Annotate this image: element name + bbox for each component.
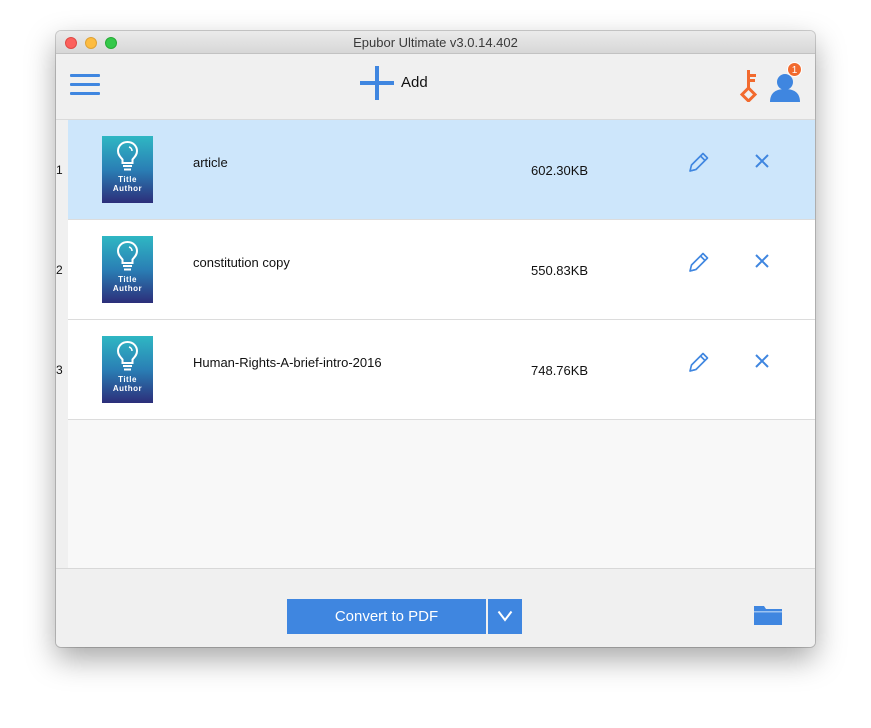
book-cover-thumbnail: Title Author xyxy=(102,236,153,303)
register-key-button[interactable] xyxy=(738,68,760,104)
cover-title-text: Title xyxy=(118,275,137,284)
cover-author-text: Author xyxy=(112,284,143,293)
pencil-icon xyxy=(689,352,709,372)
file-size: 550.83KB xyxy=(531,263,589,278)
add-button-label: Add xyxy=(401,74,428,91)
folder-icon xyxy=(754,606,782,625)
lightbulb-icon xyxy=(116,240,139,271)
file-row[interactable]: 1 Title Author article 602.30KB xyxy=(56,120,815,220)
convert-button[interactable]: Convert to PDF xyxy=(287,599,486,634)
file-name: constitution copy xyxy=(193,255,290,270)
plus-icon xyxy=(360,66,394,100)
lightbulb-icon xyxy=(116,340,139,371)
remove-file-button[interactable] xyxy=(753,152,771,170)
convert-button-group: Convert to PDF xyxy=(287,599,522,634)
remove-file-button[interactable] xyxy=(753,252,771,270)
file-list: 1 Title Author article 602.30KB 2 Title … xyxy=(56,120,815,568)
bottom-bar: Convert to PDF xyxy=(56,568,815,647)
remove-file-button[interactable] xyxy=(753,352,771,370)
edit-metadata-button[interactable] xyxy=(687,250,711,274)
notification-badge[interactable]: 1 xyxy=(787,62,802,77)
edit-metadata-button[interactable] xyxy=(687,150,711,174)
hamburger-menu-icon xyxy=(70,74,100,95)
cover-author-text: Author xyxy=(112,184,143,193)
file-row[interactable]: 2 Title Author constitution copy 550.83K… xyxy=(56,220,815,320)
file-name: article xyxy=(193,155,228,170)
cover-author-text: Author xyxy=(112,384,143,393)
close-icon xyxy=(755,354,769,368)
file-list-body: 1 Title Author article 602.30KB 2 Title … xyxy=(56,120,815,568)
add-button[interactable]: Add xyxy=(359,65,459,101)
cover-title-text: Title xyxy=(118,175,137,184)
close-icon xyxy=(755,154,769,168)
pencil-icon xyxy=(689,152,709,172)
window-title: Epubor Ultimate v3.0.14.402 xyxy=(353,35,518,50)
lightbulb-icon xyxy=(116,140,139,171)
close-icon xyxy=(755,254,769,268)
menu-button[interactable] xyxy=(69,70,101,98)
app-window: Epubor Ultimate v3.0.14.402 Add 1 1 Titl… xyxy=(56,31,815,647)
cover-title-text: Title xyxy=(118,375,137,384)
file-size: 602.30KB xyxy=(531,163,589,178)
user-account-button[interactable]: 1 xyxy=(768,62,804,102)
file-size: 748.76KB xyxy=(531,363,589,378)
file-row[interactable]: 3 Title Author Human-Rights-A-brief-intr… xyxy=(56,320,815,420)
key-icon xyxy=(739,70,758,104)
title-bar: Epubor Ultimate v3.0.14.402 xyxy=(56,31,815,54)
open-output-folder-button[interactable] xyxy=(753,603,783,627)
row-number: 2 xyxy=(56,263,63,277)
edit-metadata-button[interactable] xyxy=(687,350,711,374)
chevron-down-icon xyxy=(497,610,513,622)
row-number: 3 xyxy=(56,363,63,377)
file-name: Human-Rights-A-brief-intro-2016 xyxy=(193,355,382,370)
format-dropdown-button[interactable] xyxy=(488,599,522,634)
book-cover-thumbnail: Title Author xyxy=(102,336,153,403)
toolbar: Add 1 xyxy=(56,54,815,120)
pencil-icon xyxy=(689,252,709,272)
book-cover-thumbnail: Title Author xyxy=(102,136,153,203)
row-number: 1 xyxy=(56,163,63,177)
